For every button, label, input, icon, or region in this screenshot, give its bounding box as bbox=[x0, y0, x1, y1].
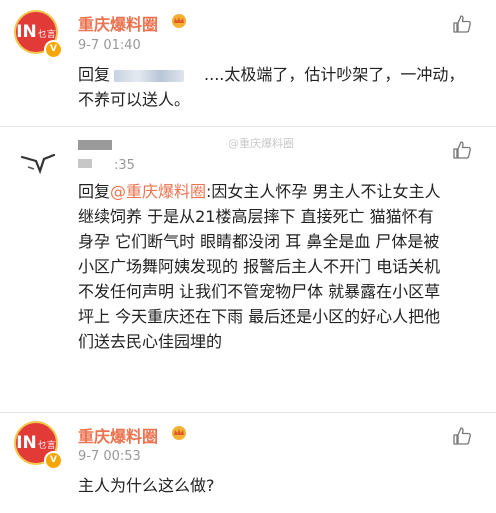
avatar-logo-sub: 乜言 bbox=[37, 30, 56, 40]
comment-text: 主人为什么这么做? bbox=[78, 476, 215, 495]
mention-link[interactable]: @重庆爆料圈 bbox=[110, 182, 206, 201]
crown-emoji-icon bbox=[172, 14, 186, 28]
avatar-logo-text: IN bbox=[16, 433, 37, 453]
comment-body: 主人为什么这么做? bbox=[78, 473, 473, 498]
reply-prefix: 回复 bbox=[78, 182, 111, 201]
thumbs-up-icon[interactable] bbox=[452, 426, 472, 446]
crown-emoji-icon bbox=[172, 426, 186, 440]
author-name[interactable]: 重庆爆料圈 bbox=[78, 11, 158, 35]
verified-badge-icon: V bbox=[44, 451, 63, 470]
blurred-username bbox=[114, 69, 185, 82]
avatar-logo-sub: 乜言 bbox=[37, 441, 56, 451]
thumbs-up-icon[interactable] bbox=[452, 140, 472, 160]
comment-body: 回复@重庆爆料圈:因女主人怀孕 男主人不让女主人继续饲养 于是从21楼高层摔下 … bbox=[78, 179, 448, 354]
comment-time: :35 bbox=[114, 158, 135, 173]
verified-badge-icon: V bbox=[44, 40, 63, 59]
comment-body: 回复 ....太极端了，估计吵架了，一冲动，不养可以送人。 bbox=[78, 62, 473, 112]
thumbs-up-icon[interactable] bbox=[452, 14, 472, 34]
author-name[interactable]: 重庆爆料圈 bbox=[78, 423, 158, 447]
weibo-watermark: @重庆爆料圈 bbox=[228, 137, 294, 150]
comment-time: 9-7 01:40 bbox=[78, 38, 141, 53]
blurred-time bbox=[78, 153, 95, 172]
comment-item: IN乜言 V 重庆爆料圈 9-7 00:53 主人为什么这么做? bbox=[0, 413, 496, 513]
comment-time: 9-7 00:53 bbox=[78, 449, 141, 464]
comment-item: IN乜言 V 重庆爆料圈 9-7 01:40 回复 ....太极端了，估计吵架了，… bbox=[0, 0, 496, 118]
blurred-avatar-icon bbox=[20, 153, 56, 175]
comment-item: :35 @重庆爆料圈 回复@重庆爆料圈:因女主人怀孕 男主人不让女主人继续饲养 … bbox=[0, 127, 496, 412]
avatar[interactable] bbox=[14, 137, 58, 181]
reply-prefix: 回复 bbox=[78, 65, 111, 84]
blurred-author-name bbox=[78, 135, 115, 154]
comment-text: :因女主人怀孕 男主人不让女主人继续饲养 于是从21楼高层摔下 直接死亡 猫猫怀… bbox=[78, 182, 441, 351]
avatar-logo-text: IN bbox=[16, 22, 37, 42]
